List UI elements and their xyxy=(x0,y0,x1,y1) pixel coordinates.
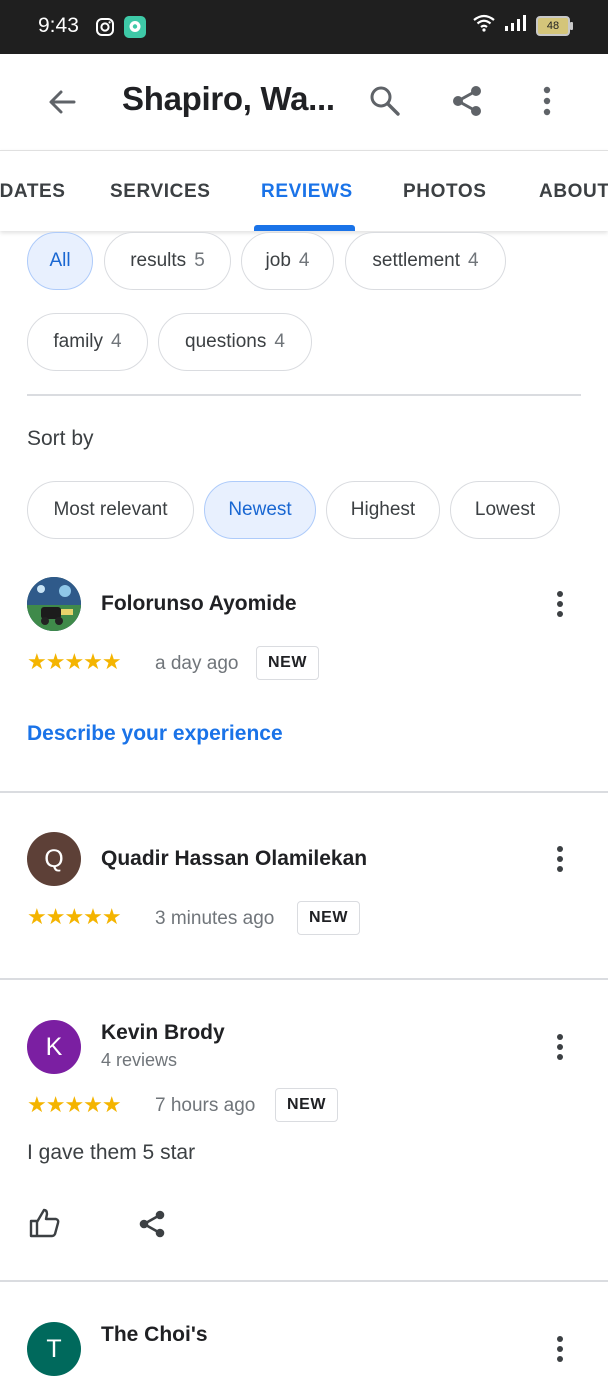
star-rating: ★★★★★ xyxy=(27,649,122,674)
avatar[interactable]: Q xyxy=(27,832,81,886)
sort-option-label: Newest xyxy=(228,499,292,520)
review-time: a day ago xyxy=(155,653,239,674)
new-badge: NEW xyxy=(297,901,361,935)
divider xyxy=(0,978,608,980)
review-time: 7 hours ago xyxy=(155,1095,256,1116)
sort-option-label: Most relevant xyxy=(53,499,168,520)
chip-label: settlement xyxy=(372,250,461,271)
chip-label: results xyxy=(130,250,187,271)
status-bar: 9:43 48 xyxy=(0,0,608,54)
chip-family[interactable]: family 4 xyxy=(27,313,148,371)
back-arrow-icon[interactable] xyxy=(40,80,84,124)
reviewer-name[interactable]: Kevin Brody xyxy=(101,1021,225,1045)
avatar[interactable]: K xyxy=(27,1020,81,1074)
reviewer-name[interactable]: Folorunso Ayomide xyxy=(101,592,297,616)
star-rating: ★★★★★ xyxy=(27,904,122,929)
tab-reviews[interactable]: REVIEWS xyxy=(261,181,353,203)
avatar[interactable] xyxy=(27,577,81,631)
tab-photos[interactable]: PHOTOS xyxy=(403,181,487,203)
share-icon[interactable] xyxy=(134,1206,170,1242)
avatar-photo xyxy=(27,577,81,631)
sort-most-relevant[interactable]: Most relevant xyxy=(27,481,194,539)
new-badge: NEW xyxy=(256,646,320,680)
sort-option-label: Highest xyxy=(350,499,416,520)
status-time: 9:43 xyxy=(38,14,79,37)
tab-about[interactable]: ABOUT xyxy=(539,181,608,203)
tab-bar: UPDATES SERVICES REVIEWS PHOTOS ABOUT xyxy=(0,150,608,231)
chip-job[interactable]: job 4 xyxy=(241,232,334,290)
chip-label: family xyxy=(53,331,104,352)
new-badge: NEW xyxy=(275,1088,339,1122)
sort-newest[interactable]: Newest xyxy=(204,481,316,539)
chip-all[interactable]: All xyxy=(27,232,93,290)
divider xyxy=(0,1280,608,1282)
sort-option-label: Lowest xyxy=(474,499,536,520)
sort-by-label: Sort by xyxy=(27,427,94,450)
more-vert-icon[interactable] xyxy=(548,1031,572,1063)
chip-settlement[interactable]: settlement 4 xyxy=(345,232,506,290)
chip-label: All xyxy=(49,250,71,271)
review-text: I gave them 5 star xyxy=(27,1141,196,1164)
sort-highest[interactable]: Highest xyxy=(326,481,440,539)
divider xyxy=(27,394,581,396)
star-rating: ★★★★★ xyxy=(27,1092,122,1117)
tab-updates[interactable]: UPDATES xyxy=(0,181,66,203)
thumb-up-icon[interactable] xyxy=(26,1205,62,1241)
review-time: 3 minutes ago xyxy=(155,908,275,929)
signal-icon xyxy=(504,14,528,37)
more-vert-icon[interactable] xyxy=(548,588,572,620)
chip-label: questions xyxy=(185,331,267,352)
app-bar: Shapiro, Wa... xyxy=(0,54,608,150)
chip-count: 4 xyxy=(298,250,310,271)
tab-services[interactable]: SERVICES xyxy=(110,181,211,203)
message-app-icon xyxy=(124,16,146,43)
reviewer-name[interactable]: Quadir Hassan Olamilekan xyxy=(101,847,367,871)
chip-count: 4 xyxy=(468,250,479,271)
chip-results[interactable]: results 5 xyxy=(104,232,231,290)
search-icon[interactable] xyxy=(364,80,406,122)
divider xyxy=(0,791,608,793)
page-title: Shapiro, Wa... xyxy=(122,80,335,117)
more-vert-icon[interactable] xyxy=(548,1333,572,1365)
chip-label: job xyxy=(265,250,291,271)
status-icons: 48 xyxy=(472,14,573,37)
avatar[interactable]: T xyxy=(27,1322,81,1376)
instagram-icon xyxy=(95,17,115,42)
share-icon[interactable] xyxy=(446,80,488,122)
more-vert-icon[interactable] xyxy=(548,843,572,875)
reviewer-review-count: 4 reviews xyxy=(101,1050,178,1070)
chip-questions[interactable]: questions 4 xyxy=(158,313,312,371)
describe-experience-link[interactable]: Describe your experience xyxy=(27,722,283,746)
more-vert-icon[interactable] xyxy=(532,80,562,122)
active-tab-indicator xyxy=(254,225,355,231)
reviewer-name[interactable]: The Choi's xyxy=(101,1323,208,1347)
wifi-icon xyxy=(472,14,496,37)
battery-icon: 48 xyxy=(536,15,573,36)
chip-count: 4 xyxy=(274,331,285,352)
chip-count: 5 xyxy=(194,250,205,271)
chip-count: 4 xyxy=(111,331,122,352)
sort-lowest[interactable]: Lowest xyxy=(450,481,560,539)
